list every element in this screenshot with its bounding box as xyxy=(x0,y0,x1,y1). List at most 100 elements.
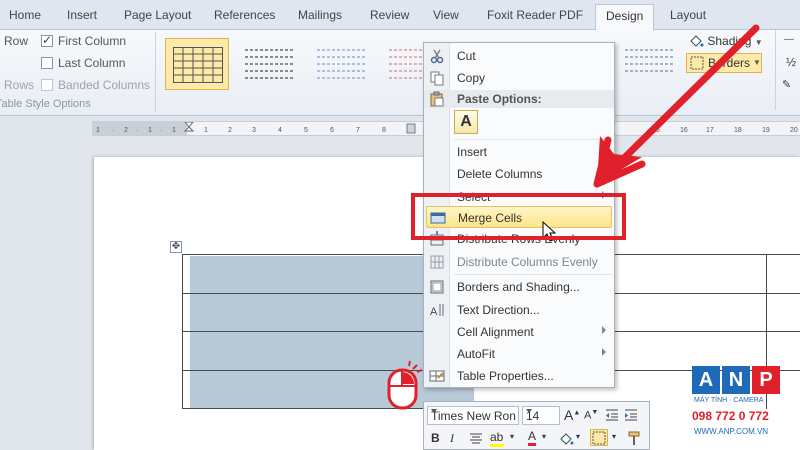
last-column-option[interactable]: Last Column xyxy=(41,56,125,70)
menu-item-cut[interactable]: Cut xyxy=(424,45,614,67)
menu-item-cell-alignment[interactable]: Cell Alignment xyxy=(424,321,614,343)
decrease-indent-icon[interactable] xyxy=(605,408,619,422)
tab-design[interactable]: Design xyxy=(595,4,655,31)
svg-text:3: 3 xyxy=(252,127,256,134)
menu-item-delete-columns[interactable]: Delete Columns xyxy=(424,163,614,185)
menu-item-distribute-columns[interactable]: Distribute Columns Evenly xyxy=(424,251,614,273)
table-style-thumb-plain[interactable] xyxy=(238,38,302,90)
borders-icon xyxy=(690,56,704,70)
menu-label: Copy xyxy=(457,71,486,85)
tab-review[interactable]: Review xyxy=(370,8,409,22)
menu-label: Text Direction... xyxy=(457,303,540,317)
line-style-dropdown[interactable]: — xyxy=(784,34,794,45)
menu-item-insert[interactable]: Insert xyxy=(424,141,614,163)
svg-text:A: A xyxy=(430,306,438,318)
merge-cells-highlight-box xyxy=(411,193,626,240)
tab-insert[interactable]: Insert xyxy=(67,8,97,22)
menu-label: Delete Columns xyxy=(457,167,543,181)
tab-home[interactable]: Home xyxy=(9,8,41,22)
logo-letter: P xyxy=(752,366,780,394)
submenu-arrow-icon xyxy=(602,348,606,356)
tab-view[interactable]: View xyxy=(433,8,459,22)
svg-text:16: 16 xyxy=(680,127,688,134)
svg-text:19: 19 xyxy=(762,127,770,134)
svg-text:5: 5 xyxy=(304,127,308,134)
svg-text:8: 8 xyxy=(382,127,386,134)
menu-item-copy[interactable]: Copy xyxy=(424,67,614,89)
align-center-icon[interactable] xyxy=(469,433,483,445)
tab-references[interactable]: References xyxy=(214,8,275,22)
italic-icon[interactable]: I xyxy=(450,431,454,446)
menu-label: Table Properties... xyxy=(457,369,554,383)
font-size-select[interactable]: 14 xyxy=(522,406,560,425)
distribute-columns-icon xyxy=(430,255,444,269)
table-style-options-group-label: Table Style Options xyxy=(0,98,91,110)
chevron-down-icon: ▼ xyxy=(753,58,761,67)
highlight-icon[interactable]: ab xyxy=(490,430,504,447)
ribbon-separator xyxy=(775,30,776,110)
svg-text:6: 6 xyxy=(330,127,334,134)
paste-options-header: Paste Options: xyxy=(424,90,614,108)
chevron-down-icon[interactable]: ▾ xyxy=(612,432,616,441)
tab-mailings[interactable]: Mailings xyxy=(298,8,342,22)
table-lines-blue-icon xyxy=(317,49,367,79)
bold-icon[interactable]: B xyxy=(431,431,440,445)
shading-button[interactable]: Shading ▼ xyxy=(688,34,763,48)
first-column-checkbox[interactable] xyxy=(41,33,53,47)
column-marker-icon[interactable] xyxy=(406,122,416,136)
clipboard-icon xyxy=(430,91,444,107)
shading-icon[interactable] xyxy=(558,432,574,446)
tab-page-layout[interactable]: Page Layout xyxy=(124,8,191,22)
last-column-label: Last Column xyxy=(58,56,126,70)
svg-text:1: 1 xyxy=(96,127,100,134)
header-row-option[interactable]: Row xyxy=(4,34,28,48)
pen-color-button[interactable]: ✎ xyxy=(782,78,791,91)
table-style-thumb-red[interactable] xyxy=(382,38,422,90)
text-direction-icon: A xyxy=(430,304,444,318)
chevron-down-icon[interactable]: ▾ xyxy=(542,432,546,441)
table-style-thumb-blue[interactable] xyxy=(310,38,374,90)
table-style-thumb-selected[interactable] xyxy=(165,38,229,90)
svg-text:1: 1 xyxy=(148,127,152,134)
menu-label: Cell Alignment xyxy=(457,325,534,339)
banded-columns-checkbox[interactable] xyxy=(41,79,53,91)
shrink-font-icon[interactable]: A▼ xyxy=(584,409,598,422)
tab-layout[interactable]: Layout xyxy=(670,8,706,22)
borders-toolbar-button[interactable] xyxy=(590,429,608,446)
first-column-option[interactable]: First Column xyxy=(41,33,127,48)
tab-foxit-reader-pdf[interactable]: Foxit Reader PDF xyxy=(487,8,583,22)
indent-marker-icon[interactable] xyxy=(184,122,194,136)
font-color-icon[interactable]: A xyxy=(528,430,537,446)
table-lines-red-icon xyxy=(389,49,422,79)
banded-rows-option[interactable]: Rows xyxy=(4,78,34,92)
table-move-handle[interactable]: ✥ xyxy=(170,241,182,253)
svg-text:7: 7 xyxy=(356,127,360,134)
menu-label: Borders and Shading... xyxy=(457,280,580,294)
increase-indent-icon[interactable] xyxy=(624,408,638,422)
borders-label: Borders xyxy=(708,56,751,70)
paste-keep-text-only-button[interactable]: A xyxy=(454,110,478,134)
grow-font-icon[interactable]: A▲ xyxy=(564,407,580,423)
table-style-thumb-more[interactable] xyxy=(618,38,678,90)
menu-item-borders-shading[interactable]: Borders and Shading... xyxy=(424,276,614,298)
format-painter-icon[interactable] xyxy=(627,431,643,447)
first-column-label: First Column xyxy=(58,34,127,48)
menu-label: Insert xyxy=(457,145,488,159)
pen-icon: ✎ xyxy=(782,79,792,91)
font-name-select[interactable]: Times New Ron xyxy=(427,406,519,425)
ribbon-separator xyxy=(155,32,156,112)
chevron-down-icon[interactable]: ▾ xyxy=(510,432,514,441)
svg-text:2: 2 xyxy=(124,127,128,134)
borders-icon xyxy=(592,431,606,445)
menu-item-autofit[interactable]: AutoFit xyxy=(424,343,614,365)
banded-columns-option[interactable]: Banded Columns xyxy=(41,78,150,92)
pen-weight-dropdown[interactable]: ½ xyxy=(786,55,796,69)
menu-item-table-properties[interactable]: Table Properties... xyxy=(424,365,614,387)
logo-tagline: MÁY TÍNH · CAMERA xyxy=(694,397,764,404)
chevron-down-icon[interactable]: ▾ xyxy=(576,432,580,441)
borders-button[interactable]: Borders ▼ xyxy=(686,53,762,73)
logo-url: WWW.ANP.COM.VN xyxy=(694,427,769,436)
menu-item-text-direction[interactable]: A Text Direction... xyxy=(424,299,614,321)
menu-label: AutoFit xyxy=(457,347,496,361)
last-column-checkbox[interactable] xyxy=(41,57,53,69)
